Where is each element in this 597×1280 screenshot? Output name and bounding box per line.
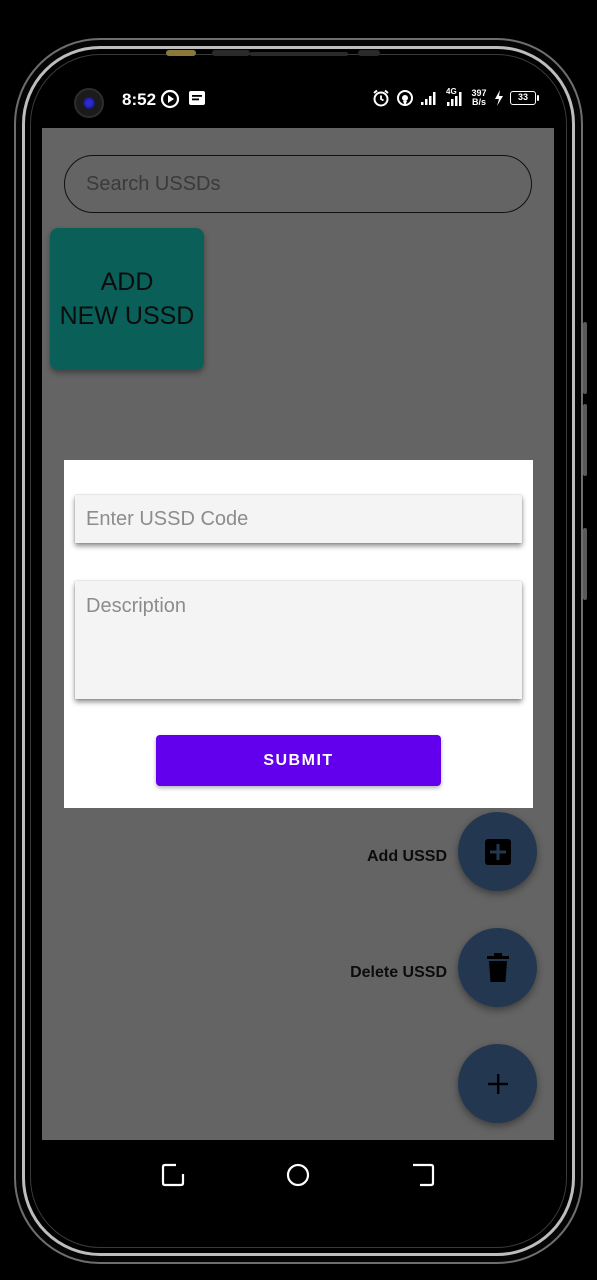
battery-indicator: 33 — [510, 91, 539, 105]
top-slot-left — [212, 50, 250, 56]
main-menu-fab[interactable] — [458, 1044, 537, 1123]
delete-ussd-fab[interactable] — [458, 928, 537, 1007]
status-bar: 8:52 4G 397 B/s 33 — [42, 80, 554, 124]
side-button-power — [583, 528, 587, 600]
side-button-volume-up — [583, 322, 587, 394]
phone-screenshot: 8:52 4G 397 B/s 33 Search USSDs ADD NEW … — [0, 0, 597, 1280]
description-input[interactable] — [75, 581, 522, 699]
add-ussd-fab[interactable] — [458, 812, 537, 891]
top-sensor — [166, 50, 196, 56]
status-clock: 8:52 — [122, 90, 157, 109]
add-new-ussd-label: ADD NEW USSD — [59, 268, 195, 330]
alarm-icon — [373, 89, 389, 107]
search-input[interactable] — [64, 155, 532, 213]
add-ussd-label: Add USSD — [367, 848, 447, 865]
home-icon[interactable] — [285, 1162, 311, 1188]
recent-apps-icon[interactable] — [160, 1162, 186, 1188]
add-new-ussd-card[interactable]: ADD NEW USSD — [50, 228, 204, 370]
add-ussd-dialog: SUBMIT — [64, 460, 533, 808]
front-camera — [74, 88, 104, 118]
signal-4g-icon: 4G — [444, 87, 464, 107]
plus-icon — [487, 1073, 508, 1094]
status-notification-icons — [160, 89, 206, 109]
signal-bars-2-icon — [447, 92, 462, 106]
ussd-code-input[interactable] — [75, 495, 522, 543]
network-speed: 397 B/s — [471, 88, 487, 107]
earpiece-speaker — [250, 52, 348, 56]
message-notification-icon — [189, 91, 205, 105]
top-slot-right — [358, 50, 380, 56]
hotspot-icon — [397, 90, 413, 106]
add-box-icon — [484, 838, 511, 865]
back-icon[interactable] — [410, 1162, 436, 1188]
app-screen: ADD NEW USSD SUBMIT Add USSD Delete USSD — [42, 128, 554, 1140]
delete-ussd-label: Delete USSD — [350, 964, 447, 981]
status-system-icons: 4G 397 B/s 33 — [372, 87, 539, 107]
system-navigation-bar — [42, 1140, 554, 1210]
side-button-volume-down — [583, 404, 587, 476]
media-play-icon — [160, 89, 180, 109]
signal-bars-icon — [421, 92, 436, 105]
submit-button[interactable]: SUBMIT — [156, 735, 441, 786]
charging-bolt-icon — [495, 90, 503, 106]
trash-icon — [486, 952, 509, 982]
